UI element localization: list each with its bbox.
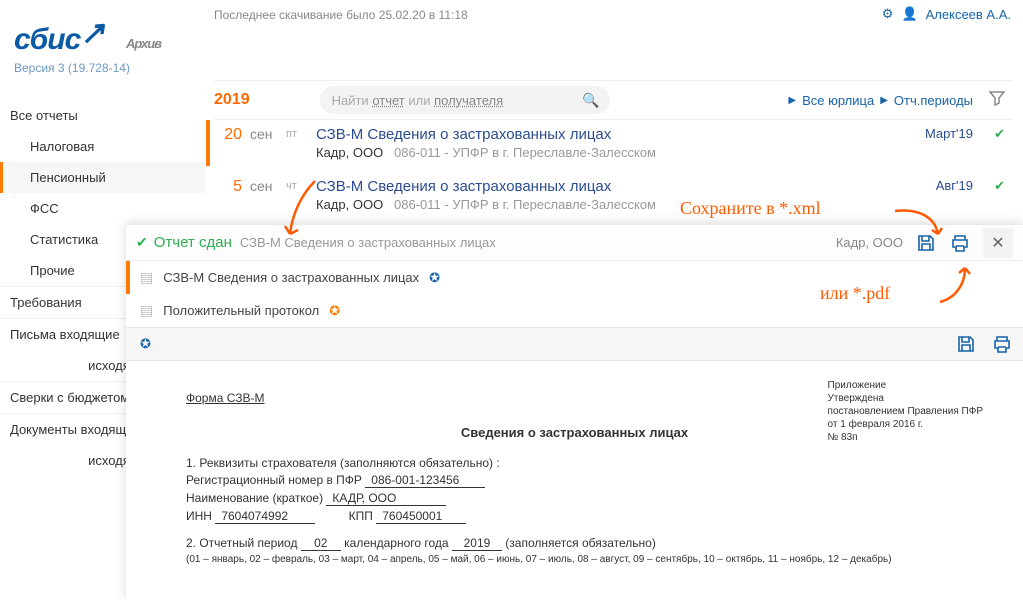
doc-reg-value: 086-001-123456 (365, 473, 485, 488)
row-dow: пт (286, 126, 310, 140)
user-icon: 👤 (901, 6, 917, 22)
document-body: Приложение Утверждена постановлением Пра… (126, 375, 1023, 600)
sidebar-item-tax[interactable]: Налоговая (0, 131, 205, 162)
ribbon-icon[interactable]: ✪ (140, 336, 151, 352)
panel-header: ✔ Отчет сдан СЗВ-М Сведения о застрахова… (126, 225, 1023, 261)
doc-name-value: КАДР, ООО (326, 491, 446, 506)
sidebar-item-fss[interactable]: ФСС (0, 193, 205, 224)
list-item[interactable]: 20 сен пт СЗВ-М Сведения о застрахованны… (206, 120, 1013, 166)
filter-icon[interactable] (989, 90, 1005, 110)
search-link-recipient[interactable]: получателя (434, 93, 503, 108)
row-title: СЗВ-М Сведения о застрахованных лицах (316, 178, 1013, 195)
row-title: СЗВ-М Сведения о застрахованных лицах (316, 126, 1013, 143)
check-icon: ✔ (136, 234, 148, 251)
check-icon: ✔ (994, 178, 1005, 194)
row-target: - УПФР в г. Переславле-Залесском (441, 145, 656, 160)
row-period: Авг'19 (936, 178, 973, 193)
print-button[interactable] (991, 333, 1013, 355)
bird-icon: ↗ (79, 15, 106, 52)
check-icon: ✔ (994, 126, 1005, 142)
row-month: сен (250, 126, 280, 142)
logo-block: сбис↗ Архив Версия 3 (19.728-14) (14, 22, 130, 75)
document-icon: ▤ (140, 302, 153, 319)
link-all-entities[interactable]: Все юрлица (802, 93, 874, 108)
search-placeholder-mid: или (405, 93, 434, 108)
row-org: Кадр, ООО (316, 197, 383, 212)
row-day: 5 (214, 178, 242, 196)
logo-subtitle: Архив (126, 36, 161, 51)
search-icon[interactable]: 🔍 (582, 92, 599, 109)
year-selector[interactable]: 2019 (214, 91, 250, 109)
ribbon-icon: ✪ (429, 270, 440, 286)
doc-section-1: 1. Реквизиты страхователя (заполняются о… (186, 456, 963, 470)
last-download-text: Последнее скачивание было 25.02.20 в 11:… (214, 8, 468, 22)
triangle-icon: ▶ (788, 95, 796, 106)
search-link-report[interactable]: отчет (372, 93, 404, 108)
logo-text: сбис↗ Архив (14, 22, 130, 57)
doc-inn-value: 7604074992 (215, 509, 315, 524)
doc-period-year: 2019 (452, 536, 502, 551)
doc-inn-label: ИНН (186, 509, 212, 523)
doc-appendix-note: Приложение Утверждена постановлением Пра… (828, 379, 983, 444)
version-text: Версия 3 (19.728-14) (14, 61, 130, 75)
panel-org: Кадр, ООО (836, 235, 903, 250)
panel-doc-label: Положительный протокол (163, 303, 319, 318)
user-name[interactable]: Алексеев А.А. (926, 7, 1011, 22)
list-item[interactable]: 5 сен чт СЗВ-М Сведения о застрахованных… (214, 172, 1013, 218)
link-periods[interactable]: Отч.периоды (894, 93, 973, 108)
ribbon-icon: ✪ (329, 303, 340, 319)
doc-period-month: 02 (301, 536, 341, 551)
row-month: сен (250, 178, 280, 194)
doc-period-note: (заполняется обязательно) (505, 536, 656, 550)
doc-months-legend: (01 – январь, 02 – февраль, 03 – март, 0… (186, 554, 963, 565)
year-row: 2019 Найти отчет или получателя 🔍 ▶ Все … (214, 80, 1013, 120)
save-pdf-button[interactable] (955, 333, 977, 355)
row-day: 20 (214, 126, 242, 144)
row-reg: 086-011 (394, 145, 441, 160)
search-input[interactable]: Найти отчет или получателя 🔍 (320, 86, 610, 114)
row-org: Кадр, ООО (316, 145, 383, 160)
report-list: 20 сен пт СЗВ-М Сведения о застрахованны… (214, 120, 1013, 218)
save-xml-button[interactable] (915, 232, 937, 254)
doc-kpp-label: КПП (349, 509, 373, 523)
search-placeholder-prefix: Найти (332, 93, 373, 108)
print-button[interactable] (949, 232, 971, 254)
detail-panel: ✔ Отчет сдан СЗВ-М Сведения о застрахова… (126, 225, 1023, 600)
sidebar-item-pension[interactable]: Пенсионный (0, 162, 205, 193)
doc-period-label: 2. Отчетный период (186, 536, 297, 550)
row-target: - УПФР в г. Переславле-Залесском (441, 197, 656, 212)
row-reg: 086-011 (394, 197, 441, 212)
doc-kpp-value: 760450001 (376, 509, 466, 524)
panel-doc-item[interactable]: ▤ СЗВ-М Сведения о застрахованных лицах … (126, 261, 1023, 294)
doc-reg-label: Регистрационный номер в ПФР (186, 473, 362, 487)
panel-desc: СЗВ-М Сведения о застрахованных лицах (240, 235, 496, 250)
sidebar-item-all[interactable]: Все отчеты (0, 100, 205, 131)
settings-gear-icon[interactable]: ⚙ (882, 6, 894, 22)
doc-period-mid: календарного года (344, 536, 448, 550)
triangle-icon: ▶ (880, 95, 888, 106)
row-dow: чт (286, 178, 310, 192)
panel-doc-label: СЗВ-М Сведения о застрахованных лицах (163, 270, 419, 285)
close-button[interactable]: ✕ (983, 228, 1013, 258)
panel-doc-item[interactable]: ▤ Положительный протокол ✪ (126, 294, 1023, 327)
doc-toolbar: ✪ (126, 327, 1023, 361)
document-icon: ▤ (140, 269, 153, 286)
doc-name-label: Наименование (краткое) (186, 491, 323, 505)
panel-status: Отчет сдан (154, 234, 232, 251)
row-period: Март'19 (925, 126, 973, 141)
